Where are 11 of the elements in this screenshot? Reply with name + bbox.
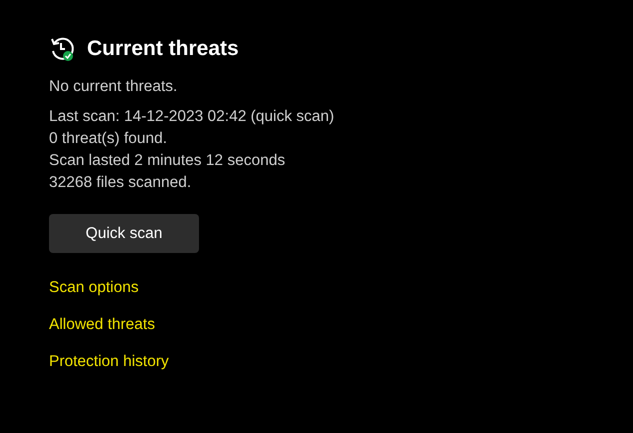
scan-detail: Scan lasted 2 minutes 12 seconds <box>49 151 286 171</box>
link[interactable]: Allowed threats <box>49 316 155 334</box>
scan-detail: 32268 files scanned. <box>49 173 192 193</box>
scan-detail: Last scan: 14-12-2023 02:42 (quick scan) <box>49 107 336 127</box>
link[interactable]: Scan options <box>49 279 139 297</box>
status-text: No current threats. <box>49 77 178 97</box>
section-title: Current threats <box>87 37 239 61</box>
scan-detail: 0 threat(s) found. <box>49 129 168 149</box>
history-check-icon <box>49 36 75 62</box>
link[interactable]: Protection history <box>49 353 169 371</box>
quick-scan-button[interactable]: Quick scan <box>49 214 199 253</box>
